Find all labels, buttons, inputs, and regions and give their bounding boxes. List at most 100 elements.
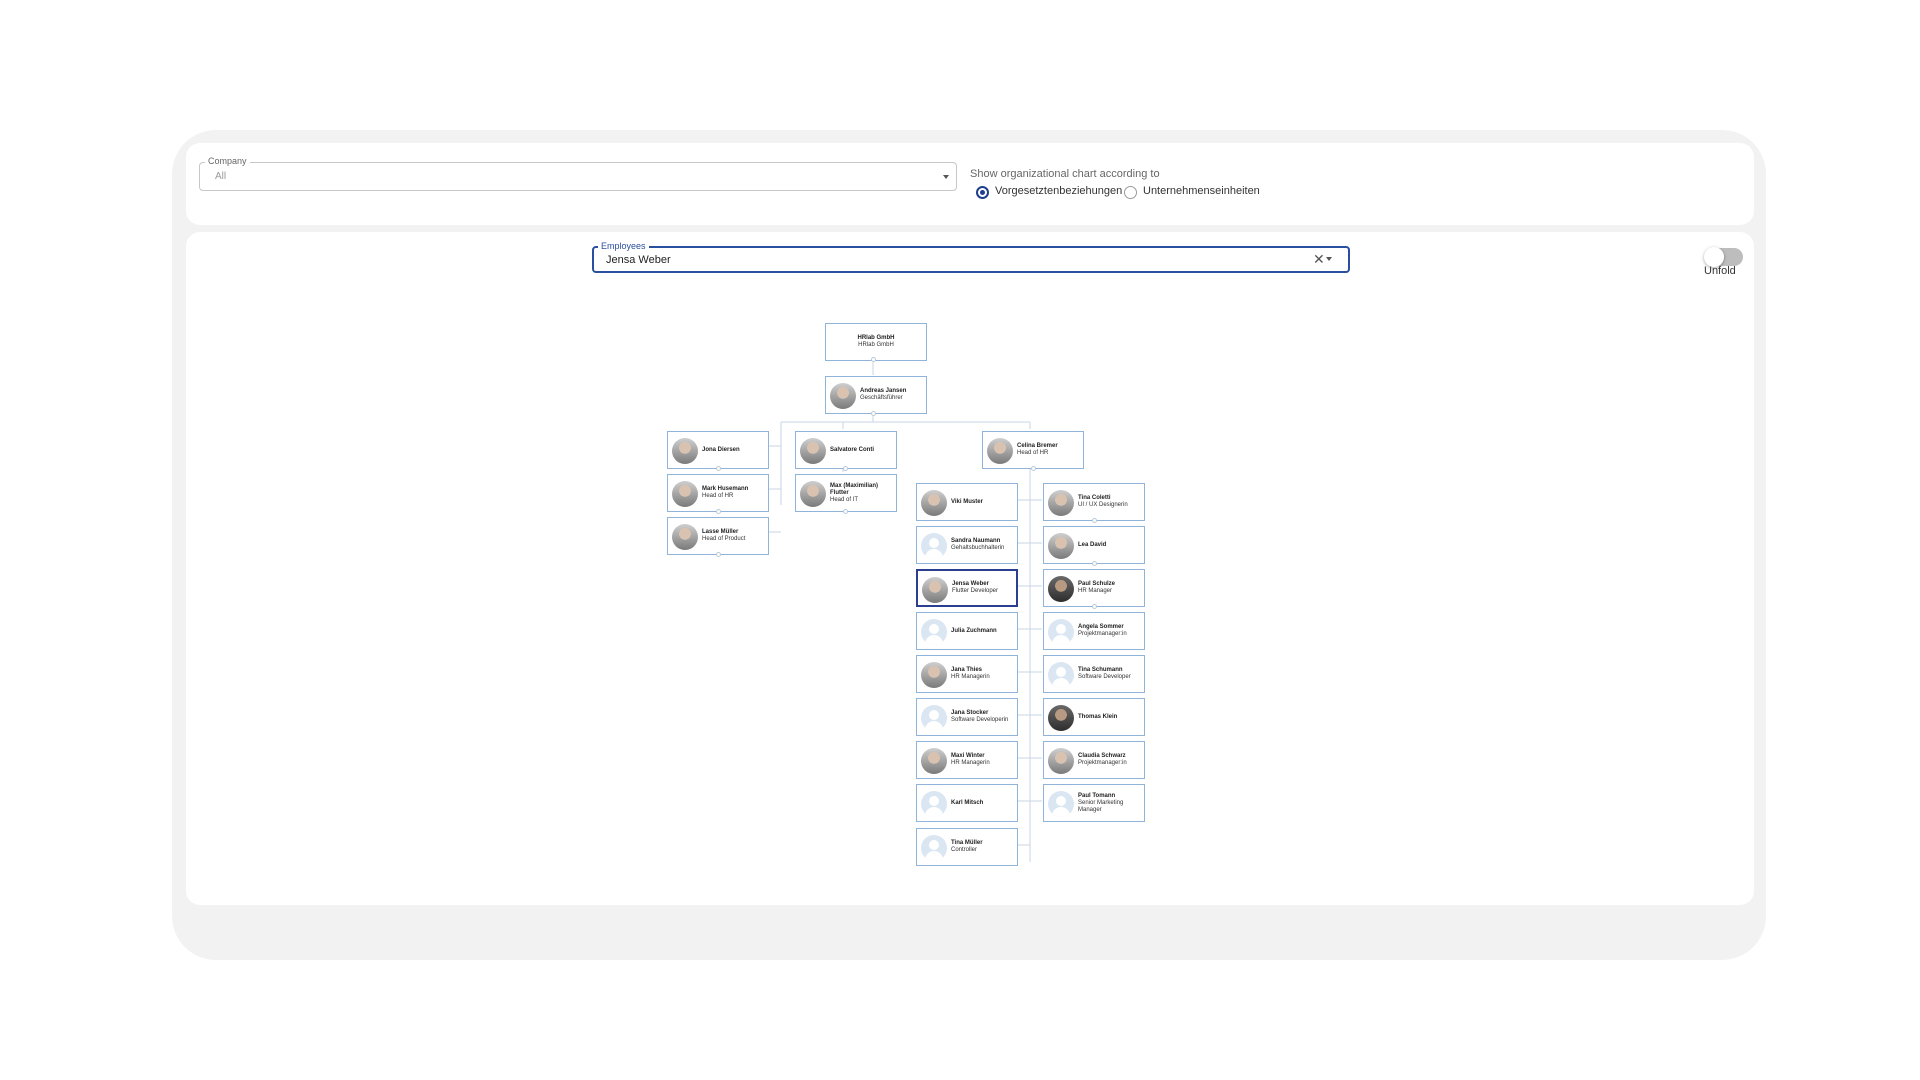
expand-dot-icon[interactable] (716, 552, 721, 557)
node-name: Paul Tomann (1078, 792, 1116, 799)
org-node[interactable]: Viki Muster (916, 483, 1018, 521)
node-role: Senior Marketing Manager (1078, 799, 1124, 813)
org-node[interactable]: Salvatore Conti (795, 431, 897, 469)
avatar (921, 748, 947, 774)
avatar (830, 383, 856, 409)
org-node-company[interactable]: HRlab GmbH HRlab GmbH (825, 323, 927, 361)
node-role: Controller (951, 847, 978, 853)
avatar (672, 524, 698, 550)
node-name: Viki Muster (951, 498, 983, 505)
org-node[interactable]: Sandra Naumann Gehaltsbuchhalterin (916, 526, 1018, 564)
org-node[interactable]: Jona Diersen (667, 431, 769, 469)
avatar (1048, 662, 1074, 688)
node-name: Claudia Schwarz (1078, 753, 1126, 759)
node-role: Head of IT (830, 496, 859, 503)
node-name: Andreas Jansen (860, 388, 907, 394)
avatar (672, 481, 698, 507)
node-role: HR Managerin (951, 760, 990, 766)
node-name: Karl Mitsch (951, 799, 984, 806)
node-name: Jana Thies (951, 667, 983, 673)
avatar (1048, 791, 1074, 817)
avatar (987, 438, 1013, 464)
expand-dot-icon[interactable] (1092, 604, 1097, 609)
expand-dot-icon[interactable] (871, 411, 876, 416)
org-node[interactable]: Lea David (1043, 526, 1145, 564)
avatar (921, 835, 947, 861)
org-node[interactable]: Tina Coletti UI / UX Designerin (1043, 483, 1145, 521)
org-node[interactable]: Paul Schulze HR Manager (1043, 569, 1145, 607)
node-name: Max (Maximilian) Flutter (830, 482, 879, 496)
node-role: Projektmanager:in (1078, 760, 1127, 766)
node-name: Thomas Klein (1078, 713, 1118, 720)
node-role: Head of Product (702, 536, 746, 542)
node-name: Jona Diersen (702, 446, 740, 453)
avatar (1048, 576, 1074, 602)
node-role: Gehaltsbuchhalterin (951, 545, 1005, 551)
avatar (800, 481, 826, 507)
node-name: Maxi Winter (951, 753, 985, 759)
node-role: HR Managerin (951, 674, 990, 680)
node-role: Software Developer (1078, 674, 1131, 680)
expand-dot-icon[interactable] (871, 357, 876, 362)
org-node[interactable]: Karl Mitsch (916, 784, 1018, 822)
node-name: Tina Schumann (1078, 667, 1123, 673)
avatar (921, 533, 947, 559)
expand-dot-icon[interactable] (843, 509, 848, 514)
node-name: Lea David (1078, 541, 1107, 548)
node-name: Tina Coletti (1078, 495, 1111, 501)
org-node[interactable]: Claudia Schwarz Projektmanager:in (1043, 741, 1145, 779)
node-role: Projektmanager:in (1078, 631, 1127, 637)
org-node-ceo[interactable]: Andreas Jansen Geschäftsführer (825, 376, 927, 414)
org-node-selected[interactable]: Jensa Weber Flutter Developer (916, 569, 1018, 607)
org-node[interactable]: Paul Tomann Senior Marketing Manager (1043, 784, 1145, 822)
org-node[interactable]: Celina Bremer Head of HR (982, 431, 1084, 469)
avatar (1048, 748, 1074, 774)
avatar (921, 791, 947, 817)
node-name: Jensa Weber (952, 581, 989, 587)
avatar (1048, 705, 1074, 731)
expand-dot-icon[interactable] (843, 466, 848, 471)
avatar (1048, 619, 1074, 645)
org-node[interactable]: Julia Zuchmann (916, 612, 1018, 650)
node-name: Paul Schulze (1078, 581, 1116, 587)
org-node[interactable]: Thomas Klein (1043, 698, 1145, 736)
expand-dot-icon[interactable] (1092, 518, 1097, 523)
avatar (921, 705, 947, 731)
org-node[interactable]: Lasse Müller Head of Product (667, 517, 769, 555)
expand-dot-icon[interactable] (716, 509, 721, 514)
org-node[interactable]: Mark Husemann Head of HR (667, 474, 769, 512)
avatar (921, 662, 947, 688)
node-role: HR Manager (1078, 588, 1113, 594)
node-role: Geschäftsführer (860, 395, 903, 401)
org-node[interactable]: Max (Maximilian) Flutter Head of IT (795, 474, 897, 512)
expand-dot-icon[interactable] (716, 466, 721, 471)
expand-dot-icon[interactable] (1031, 466, 1036, 471)
org-node[interactable]: Jana Thies HR Managerin (916, 655, 1018, 693)
org-node[interactable]: Tina Müller Controller (916, 828, 1018, 866)
node-name: Celina Bremer (1017, 443, 1058, 449)
node-name: Jana Stocker (951, 710, 989, 716)
node-name: Tina Müller (951, 840, 983, 846)
node-name: Sandra Naumann (951, 538, 1001, 544)
org-node[interactable]: Tina Schumann Software Developer (1043, 655, 1145, 693)
org-node[interactable]: Angela Sommer Projektmanager:in (1043, 612, 1145, 650)
avatar (921, 490, 947, 516)
node-name: Julia Zuchmann (951, 627, 997, 634)
node-name: Mark Husemann (702, 486, 749, 492)
node-role: Head of HR (702, 493, 734, 499)
org-node[interactable]: Maxi Winter HR Managerin (916, 741, 1018, 779)
node-role: HRlab GmbH (858, 342, 894, 348)
node-role: Head of HR (1017, 450, 1049, 456)
org-node[interactable]: Jana Stocker Software Developerin (916, 698, 1018, 736)
avatar (921, 619, 947, 645)
node-name: HRlab GmbH (857, 335, 895, 341)
node-role: Flutter Developer (952, 588, 999, 594)
avatar (800, 438, 826, 464)
avatar (922, 577, 948, 603)
avatar (1048, 533, 1074, 559)
node-role: Software Developerin (951, 717, 1009, 723)
avatar (672, 438, 698, 464)
node-name: Lasse Müller (702, 529, 739, 535)
expand-dot-icon[interactable] (1092, 561, 1097, 566)
node-name: Angela Sommer (1078, 624, 1124, 630)
